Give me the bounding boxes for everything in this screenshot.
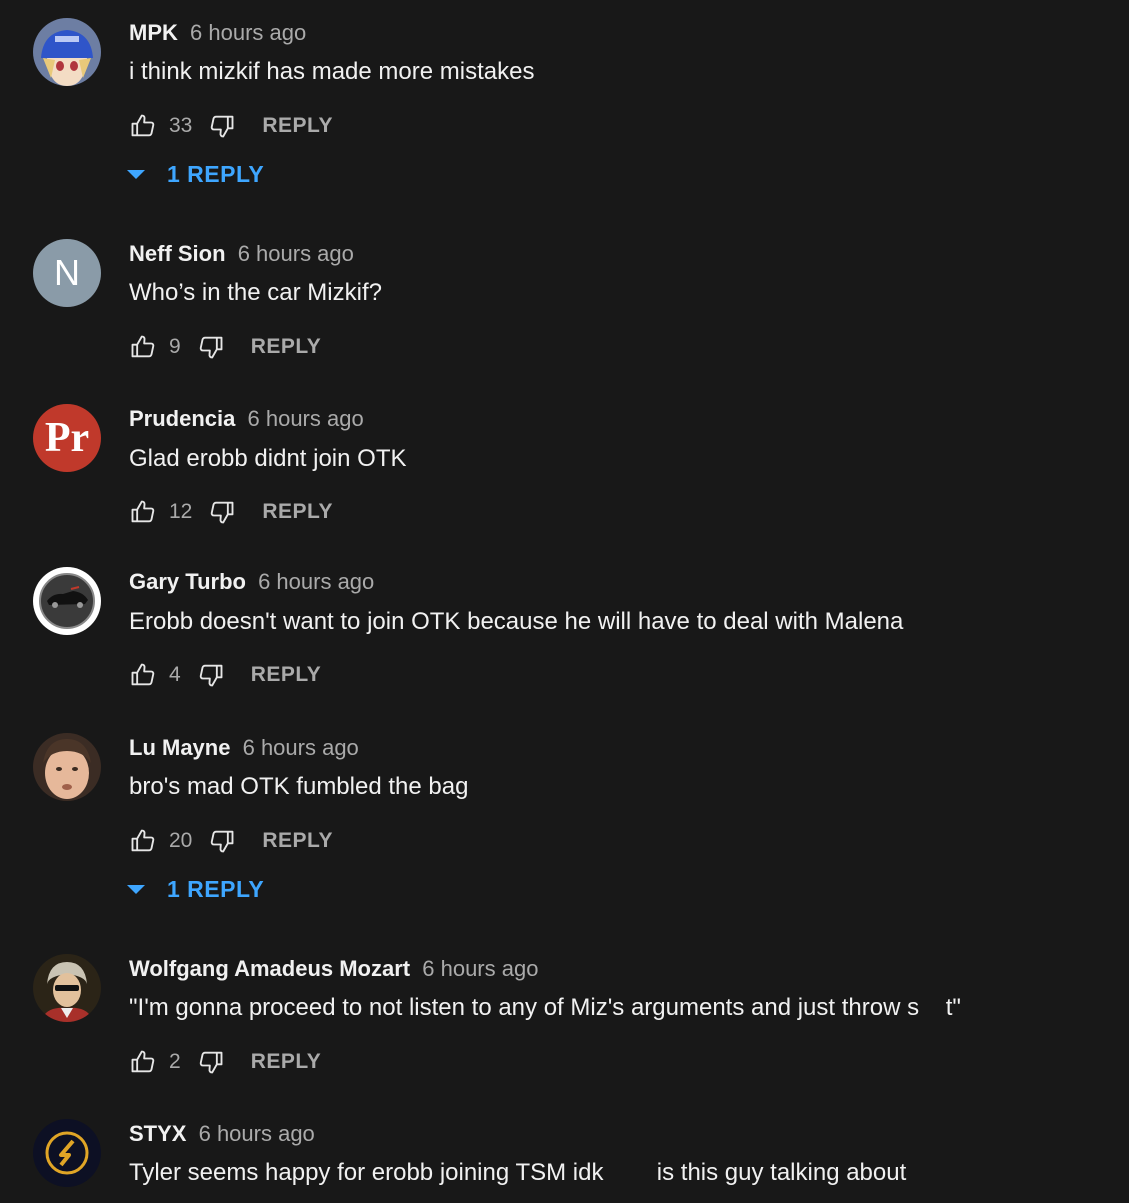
avatar[interactable]: N <box>33 239 101 307</box>
comment-text: Glad erobb didnt join OTK <box>129 445 407 472</box>
comment-text: "I'm gonna proceed to not listen to any … <box>129 994 961 1021</box>
like-button[interactable] <box>129 1048 157 1076</box>
comment-actions: 12 REPLY <box>129 497 333 527</box>
view-replies-button[interactable]: 1 REPLY <box>127 161 264 188</box>
comment-header: MPK 6 hours ago <box>129 18 306 48</box>
dislike-button[interactable] <box>208 112 236 140</box>
like-count: 33 <box>169 114 193 137</box>
comment-header: Neff Sion 6 hours ago <box>129 239 354 269</box>
avatar[interactable]: Pr <box>33 404 101 472</box>
comment-actions: 33 REPLY <box>129 111 333 141</box>
reply-button[interactable]: REPLY <box>262 829 333 853</box>
avatar[interactable] <box>33 567 101 635</box>
comment-text: Who’s in the car Mizkif? <box>129 279 382 306</box>
comment-actions: 2 REPLY <box>129 1047 321 1077</box>
avatar-letter: N <box>54 252 80 293</box>
comment-timestamp[interactable]: 6 hours ago <box>248 406 364 431</box>
comment-header: Wolfgang Amadeus Mozart 6 hours ago <box>129 954 538 984</box>
reply-button[interactable]: REPLY <box>262 500 333 524</box>
thumbs-up-icon <box>131 335 155 358</box>
comment-header: Gary Turbo 6 hours ago <box>129 567 374 597</box>
comment-timestamp[interactable]: 6 hours ago <box>243 735 359 760</box>
avatar[interactable] <box>33 954 101 1022</box>
thumbs-down-icon <box>211 830 234 853</box>
thumbs-up-icon <box>131 500 155 523</box>
comment-actions: 9 REPLY <box>129 332 321 362</box>
like-button[interactable] <box>129 333 157 361</box>
thumbs-down-icon <box>199 664 223 687</box>
comment-text: i think mizkif has made more mistakes <box>129 58 535 85</box>
like-button[interactable] <box>129 827 157 855</box>
avatar[interactable] <box>33 1119 101 1187</box>
dislike-button[interactable] <box>197 1048 225 1076</box>
like-count: 20 <box>169 829 193 852</box>
comment-text: Erobb doesn't want to join OTK because h… <box>129 608 904 635</box>
comment-actions: 4 REPLY <box>129 660 321 690</box>
comment-author[interactable]: MPK <box>129 20 178 45</box>
like-count: 12 <box>169 500 193 523</box>
dislike-button[interactable] <box>197 333 225 361</box>
comment-author[interactable]: Gary Turbo <box>129 569 246 594</box>
reply-button[interactable]: REPLY <box>251 1050 322 1074</box>
reply-button[interactable]: REPLY <box>262 114 333 138</box>
comment-text: bro's mad OTK fumbled the bag <box>129 773 469 800</box>
like-count: 9 <box>169 335 181 358</box>
comment-header: Prudencia 6 hours ago <box>129 404 364 434</box>
caret-down-icon <box>127 170 145 179</box>
comment-author[interactable]: STYX <box>129 1121 186 1146</box>
comment-header: STYX 6 hours ago <box>129 1119 315 1149</box>
comment-timestamp[interactable]: 6 hours ago <box>190 20 306 45</box>
thumbs-up-icon <box>131 1050 155 1073</box>
thumbs-down-icon <box>211 115 234 138</box>
avatar[interactable] <box>33 18 101 86</box>
view-replies-label: 1 REPLY <box>167 161 265 187</box>
comment-author[interactable]: Wolfgang Amadeus Mozart <box>129 956 410 981</box>
dislike-button[interactable] <box>208 827 236 855</box>
mozart-portrait-avatar-icon <box>33 954 101 1022</box>
like-button[interactable] <box>129 112 157 140</box>
comment-author[interactable]: Prudencia <box>129 406 235 431</box>
comment-text: Tyler seems happy for erobb joining TSM … <box>129 1159 907 1186</box>
anime-girl-avatar-icon <box>33 18 101 86</box>
like-count: 2 <box>169 1050 181 1073</box>
car-logo-avatar-icon <box>33 567 101 635</box>
avatar-letter: Pr <box>44 415 90 461</box>
comment-timestamp[interactable]: 6 hours ago <box>199 1121 315 1146</box>
comment-timestamp[interactable]: 6 hours ago <box>258 569 374 594</box>
comment-timestamp[interactable]: 6 hours ago <box>422 956 538 981</box>
like-button[interactable] <box>129 498 157 526</box>
reply-button[interactable]: REPLY <box>251 663 322 687</box>
comment-author[interactable]: Neff Sion <box>129 241 226 266</box>
thumbs-down-icon <box>199 336 223 359</box>
caret-down-icon <box>127 885 145 894</box>
comment-header: Lu Mayne 6 hours ago <box>129 733 359 763</box>
thumbs-up-icon <box>131 829 155 852</box>
thumbs-up-icon <box>131 663 155 686</box>
styx-logo-avatar-icon <box>33 1119 101 1187</box>
face-photo-avatar-icon <box>33 733 101 801</box>
comment-author[interactable]: Lu Mayne <box>129 735 230 760</box>
like-button[interactable] <box>129 661 157 689</box>
comment-timestamp[interactable]: 6 hours ago <box>238 241 354 266</box>
reply-button[interactable]: REPLY <box>251 335 322 359</box>
thumbs-down-icon <box>199 1051 223 1074</box>
comment-actions: 20 REPLY <box>129 826 333 856</box>
like-count: 4 <box>169 663 181 686</box>
dislike-button[interactable] <box>208 498 236 526</box>
dislike-button[interactable] <box>197 661 225 689</box>
view-replies-label: 1 REPLY <box>167 876 265 902</box>
thumbs-down-icon <box>211 501 234 524</box>
avatar[interactable] <box>33 733 101 801</box>
view-replies-button[interactable]: 1 REPLY <box>127 876 264 903</box>
thumbs-up-icon <box>131 114 155 137</box>
